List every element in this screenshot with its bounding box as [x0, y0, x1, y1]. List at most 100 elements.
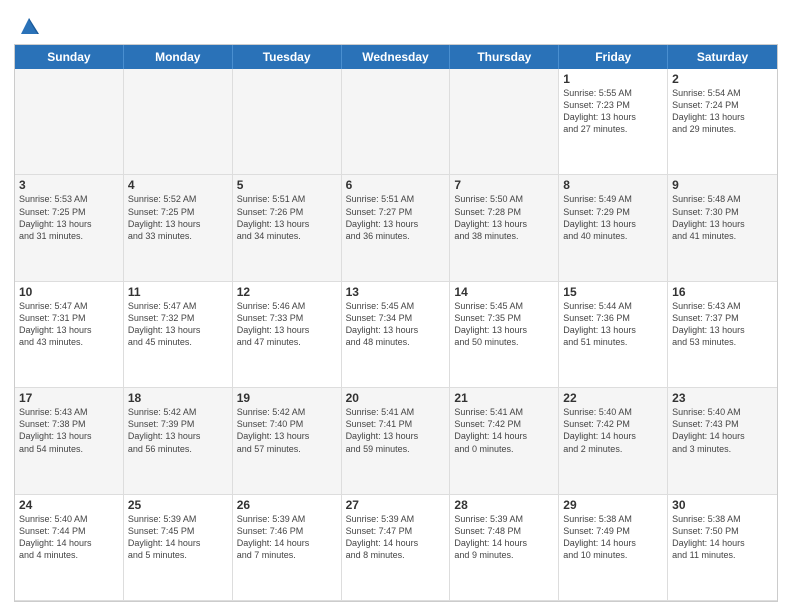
weekday-header: Saturday — [668, 45, 777, 69]
day-info: Sunrise: 5:40 AM Sunset: 7:44 PM Dayligh… — [19, 513, 119, 562]
day-number: 23 — [672, 391, 773, 405]
day-info: Sunrise: 5:50 AM Sunset: 7:28 PM Dayligh… — [454, 193, 554, 242]
calendar-cell: 9Sunrise: 5:48 AM Sunset: 7:30 PM Daylig… — [668, 175, 777, 281]
day-number: 20 — [346, 391, 446, 405]
calendar-cell: 29Sunrise: 5:38 AM Sunset: 7:49 PM Dayli… — [559, 495, 668, 601]
page: SundayMondayTuesdayWednesdayThursdayFrid… — [0, 0, 792, 612]
calendar-cell — [124, 69, 233, 175]
day-info: Sunrise: 5:39 AM Sunset: 7:46 PM Dayligh… — [237, 513, 337, 562]
day-number: 25 — [128, 498, 228, 512]
day-info: Sunrise: 5:41 AM Sunset: 7:42 PM Dayligh… — [454, 406, 554, 455]
calendar-cell: 19Sunrise: 5:42 AM Sunset: 7:40 PM Dayli… — [233, 388, 342, 494]
calendar-cell — [233, 69, 342, 175]
calendar-header: SundayMondayTuesdayWednesdayThursdayFrid… — [15, 45, 777, 69]
weekday-header: Monday — [124, 45, 233, 69]
day-info: Sunrise: 5:49 AM Sunset: 7:29 PM Dayligh… — [563, 193, 663, 242]
day-info: Sunrise: 5:52 AM Sunset: 7:25 PM Dayligh… — [128, 193, 228, 242]
logo-icon — [17, 14, 41, 38]
calendar-cell: 5Sunrise: 5:51 AM Sunset: 7:26 PM Daylig… — [233, 175, 342, 281]
day-info: Sunrise: 5:39 AM Sunset: 7:47 PM Dayligh… — [346, 513, 446, 562]
calendar-cell: 26Sunrise: 5:39 AM Sunset: 7:46 PM Dayli… — [233, 495, 342, 601]
day-number: 16 — [672, 285, 773, 299]
day-info: Sunrise: 5:46 AM Sunset: 7:33 PM Dayligh… — [237, 300, 337, 349]
calendar-cell — [450, 69, 559, 175]
calendar-grid: 1Sunrise: 5:55 AM Sunset: 7:23 PM Daylig… — [15, 69, 777, 601]
day-number: 19 — [237, 391, 337, 405]
day-info: Sunrise: 5:48 AM Sunset: 7:30 PM Dayligh… — [672, 193, 773, 242]
day-number: 22 — [563, 391, 663, 405]
calendar-cell: 4Sunrise: 5:52 AM Sunset: 7:25 PM Daylig… — [124, 175, 233, 281]
weekday-header: Friday — [559, 45, 668, 69]
calendar-cell: 16Sunrise: 5:43 AM Sunset: 7:37 PM Dayli… — [668, 282, 777, 388]
calendar-cell: 10Sunrise: 5:47 AM Sunset: 7:31 PM Dayli… — [15, 282, 124, 388]
day-info: Sunrise: 5:54 AM Sunset: 7:24 PM Dayligh… — [672, 87, 773, 136]
weekday-header: Sunday — [15, 45, 124, 69]
calendar-cell: 23Sunrise: 5:40 AM Sunset: 7:43 PM Dayli… — [668, 388, 777, 494]
day-number: 8 — [563, 178, 663, 192]
day-number: 2 — [672, 72, 773, 86]
calendar-cell: 21Sunrise: 5:41 AM Sunset: 7:42 PM Dayli… — [450, 388, 559, 494]
weekday-header: Thursday — [450, 45, 559, 69]
day-number: 7 — [454, 178, 554, 192]
calendar-cell: 22Sunrise: 5:40 AM Sunset: 7:42 PM Dayli… — [559, 388, 668, 494]
day-info: Sunrise: 5:47 AM Sunset: 7:31 PM Dayligh… — [19, 300, 119, 349]
day-info: Sunrise: 5:40 AM Sunset: 7:42 PM Dayligh… — [563, 406, 663, 455]
day-number: 27 — [346, 498, 446, 512]
day-number: 24 — [19, 498, 119, 512]
calendar-cell: 15Sunrise: 5:44 AM Sunset: 7:36 PM Dayli… — [559, 282, 668, 388]
weekday-header: Wednesday — [342, 45, 451, 69]
calendar-cell: 18Sunrise: 5:42 AM Sunset: 7:39 PM Dayli… — [124, 388, 233, 494]
calendar-cell: 12Sunrise: 5:46 AM Sunset: 7:33 PM Dayli… — [233, 282, 342, 388]
day-number: 26 — [237, 498, 337, 512]
day-number: 9 — [672, 178, 773, 192]
day-info: Sunrise: 5:51 AM Sunset: 7:27 PM Dayligh… — [346, 193, 446, 242]
calendar-cell: 28Sunrise: 5:39 AM Sunset: 7:48 PM Dayli… — [450, 495, 559, 601]
calendar-cell: 11Sunrise: 5:47 AM Sunset: 7:32 PM Dayli… — [124, 282, 233, 388]
calendar-cell: 17Sunrise: 5:43 AM Sunset: 7:38 PM Dayli… — [15, 388, 124, 494]
day-info: Sunrise: 5:39 AM Sunset: 7:45 PM Dayligh… — [128, 513, 228, 562]
day-info: Sunrise: 5:39 AM Sunset: 7:48 PM Dayligh… — [454, 513, 554, 562]
day-number: 21 — [454, 391, 554, 405]
day-number: 14 — [454, 285, 554, 299]
day-info: Sunrise: 5:47 AM Sunset: 7:32 PM Dayligh… — [128, 300, 228, 349]
calendar-cell: 14Sunrise: 5:45 AM Sunset: 7:35 PM Dayli… — [450, 282, 559, 388]
calendar-cell: 24Sunrise: 5:40 AM Sunset: 7:44 PM Dayli… — [15, 495, 124, 601]
day-info: Sunrise: 5:42 AM Sunset: 7:39 PM Dayligh… — [128, 406, 228, 455]
day-info: Sunrise: 5:41 AM Sunset: 7:41 PM Dayligh… — [346, 406, 446, 455]
calendar-cell: 30Sunrise: 5:38 AM Sunset: 7:50 PM Dayli… — [668, 495, 777, 601]
day-number: 13 — [346, 285, 446, 299]
day-number: 6 — [346, 178, 446, 192]
day-number: 15 — [563, 285, 663, 299]
day-number: 12 — [237, 285, 337, 299]
calendar-cell: 20Sunrise: 5:41 AM Sunset: 7:41 PM Dayli… — [342, 388, 451, 494]
calendar-cell: 27Sunrise: 5:39 AM Sunset: 7:47 PM Dayli… — [342, 495, 451, 601]
calendar: SundayMondayTuesdayWednesdayThursdayFrid… — [14, 44, 778, 602]
day-number: 17 — [19, 391, 119, 405]
day-number: 28 — [454, 498, 554, 512]
calendar-cell: 3Sunrise: 5:53 AM Sunset: 7:25 PM Daylig… — [15, 175, 124, 281]
weekday-header: Tuesday — [233, 45, 342, 69]
calendar-cell: 6Sunrise: 5:51 AM Sunset: 7:27 PM Daylig… — [342, 175, 451, 281]
day-number: 29 — [563, 498, 663, 512]
day-info: Sunrise: 5:45 AM Sunset: 7:35 PM Dayligh… — [454, 300, 554, 349]
header — [14, 10, 778, 38]
day-number: 5 — [237, 178, 337, 192]
day-info: Sunrise: 5:51 AM Sunset: 7:26 PM Dayligh… — [237, 193, 337, 242]
calendar-cell: 1Sunrise: 5:55 AM Sunset: 7:23 PM Daylig… — [559, 69, 668, 175]
calendar-cell — [342, 69, 451, 175]
calendar-cell: 13Sunrise: 5:45 AM Sunset: 7:34 PM Dayli… — [342, 282, 451, 388]
day-info: Sunrise: 5:43 AM Sunset: 7:37 PM Dayligh… — [672, 300, 773, 349]
day-number: 11 — [128, 285, 228, 299]
calendar-cell: 2Sunrise: 5:54 AM Sunset: 7:24 PM Daylig… — [668, 69, 777, 175]
day-info: Sunrise: 5:42 AM Sunset: 7:40 PM Dayligh… — [237, 406, 337, 455]
day-info: Sunrise: 5:38 AM Sunset: 7:50 PM Dayligh… — [672, 513, 773, 562]
day-number: 1 — [563, 72, 663, 86]
calendar-cell: 8Sunrise: 5:49 AM Sunset: 7:29 PM Daylig… — [559, 175, 668, 281]
day-info: Sunrise: 5:40 AM Sunset: 7:43 PM Dayligh… — [672, 406, 773, 455]
day-info: Sunrise: 5:45 AM Sunset: 7:34 PM Dayligh… — [346, 300, 446, 349]
day-number: 30 — [672, 498, 773, 512]
day-info: Sunrise: 5:44 AM Sunset: 7:36 PM Dayligh… — [563, 300, 663, 349]
calendar-cell — [15, 69, 124, 175]
day-info: Sunrise: 5:53 AM Sunset: 7:25 PM Dayligh… — [19, 193, 119, 242]
day-number: 18 — [128, 391, 228, 405]
